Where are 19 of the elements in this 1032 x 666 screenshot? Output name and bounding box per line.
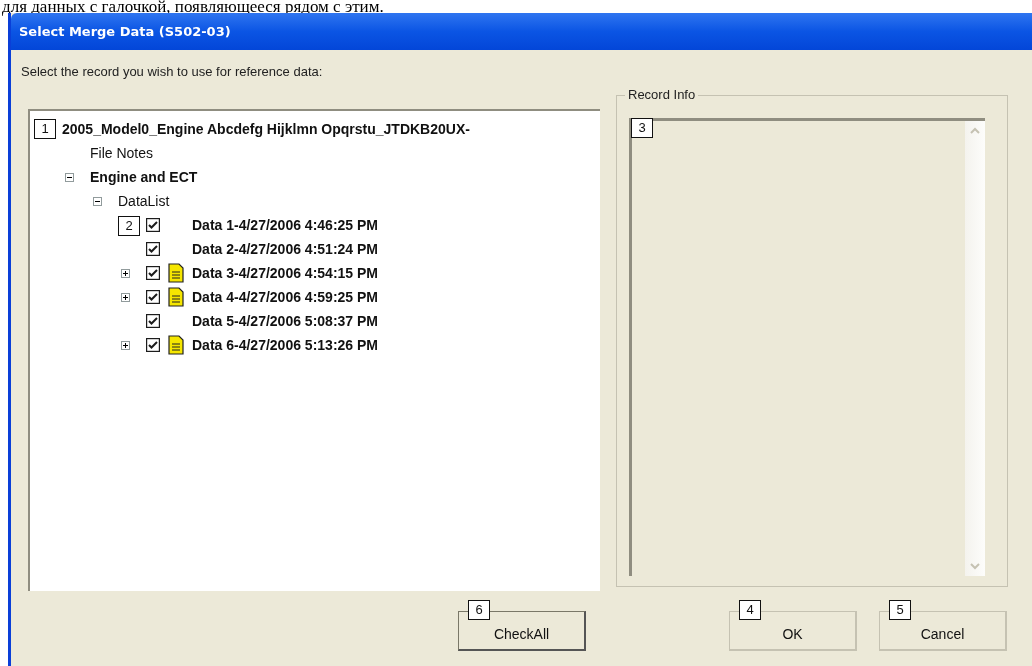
tree-item[interactable]: Data 5-4/27/2006 5:08:37 PM [192, 313, 378, 329]
group-label: Record Info [625, 87, 699, 102]
callout-number: 3 [631, 118, 653, 138]
callout-number: 2 [118, 216, 140, 236]
instruction-text: Select the record you wish to use for reference data: [20, 63, 324, 81]
tree-item[interactable]: Data 3-4/27/2006 4:54:15 PM [192, 265, 378, 281]
tree-item[interactable]: Engine and ECT [90, 169, 198, 185]
tree-item[interactable]: File Notes [90, 145, 154, 161]
callout-number: 1 [34, 119, 56, 139]
tree-item[interactable]: Data 2-4/27/2006 4:51:24 PM [192, 241, 378, 257]
tree-item[interactable]: Data 1-4/27/2006 4:46:25 PM [192, 217, 378, 233]
tree-item[interactable]: Data 6-4/27/2006 5:13:26 PM [192, 337, 378, 353]
tree-item[interactable]: 2005_Model0_Engine Abcdefg Hijklmn Opqrstu_JTDKB20UX- [62, 121, 470, 137]
callout-number: 6 [468, 600, 490, 620]
window-title: Select Merge Data (S502-03) [19, 24, 231, 39]
tree-item[interactable]: DataList [118, 193, 170, 209]
callout-number: 5 [889, 600, 911, 620]
callout-number: 4 [739, 600, 761, 620]
tree-item[interactable]: Data 4-4/27/2006 4:59:25 PM [192, 289, 378, 305]
